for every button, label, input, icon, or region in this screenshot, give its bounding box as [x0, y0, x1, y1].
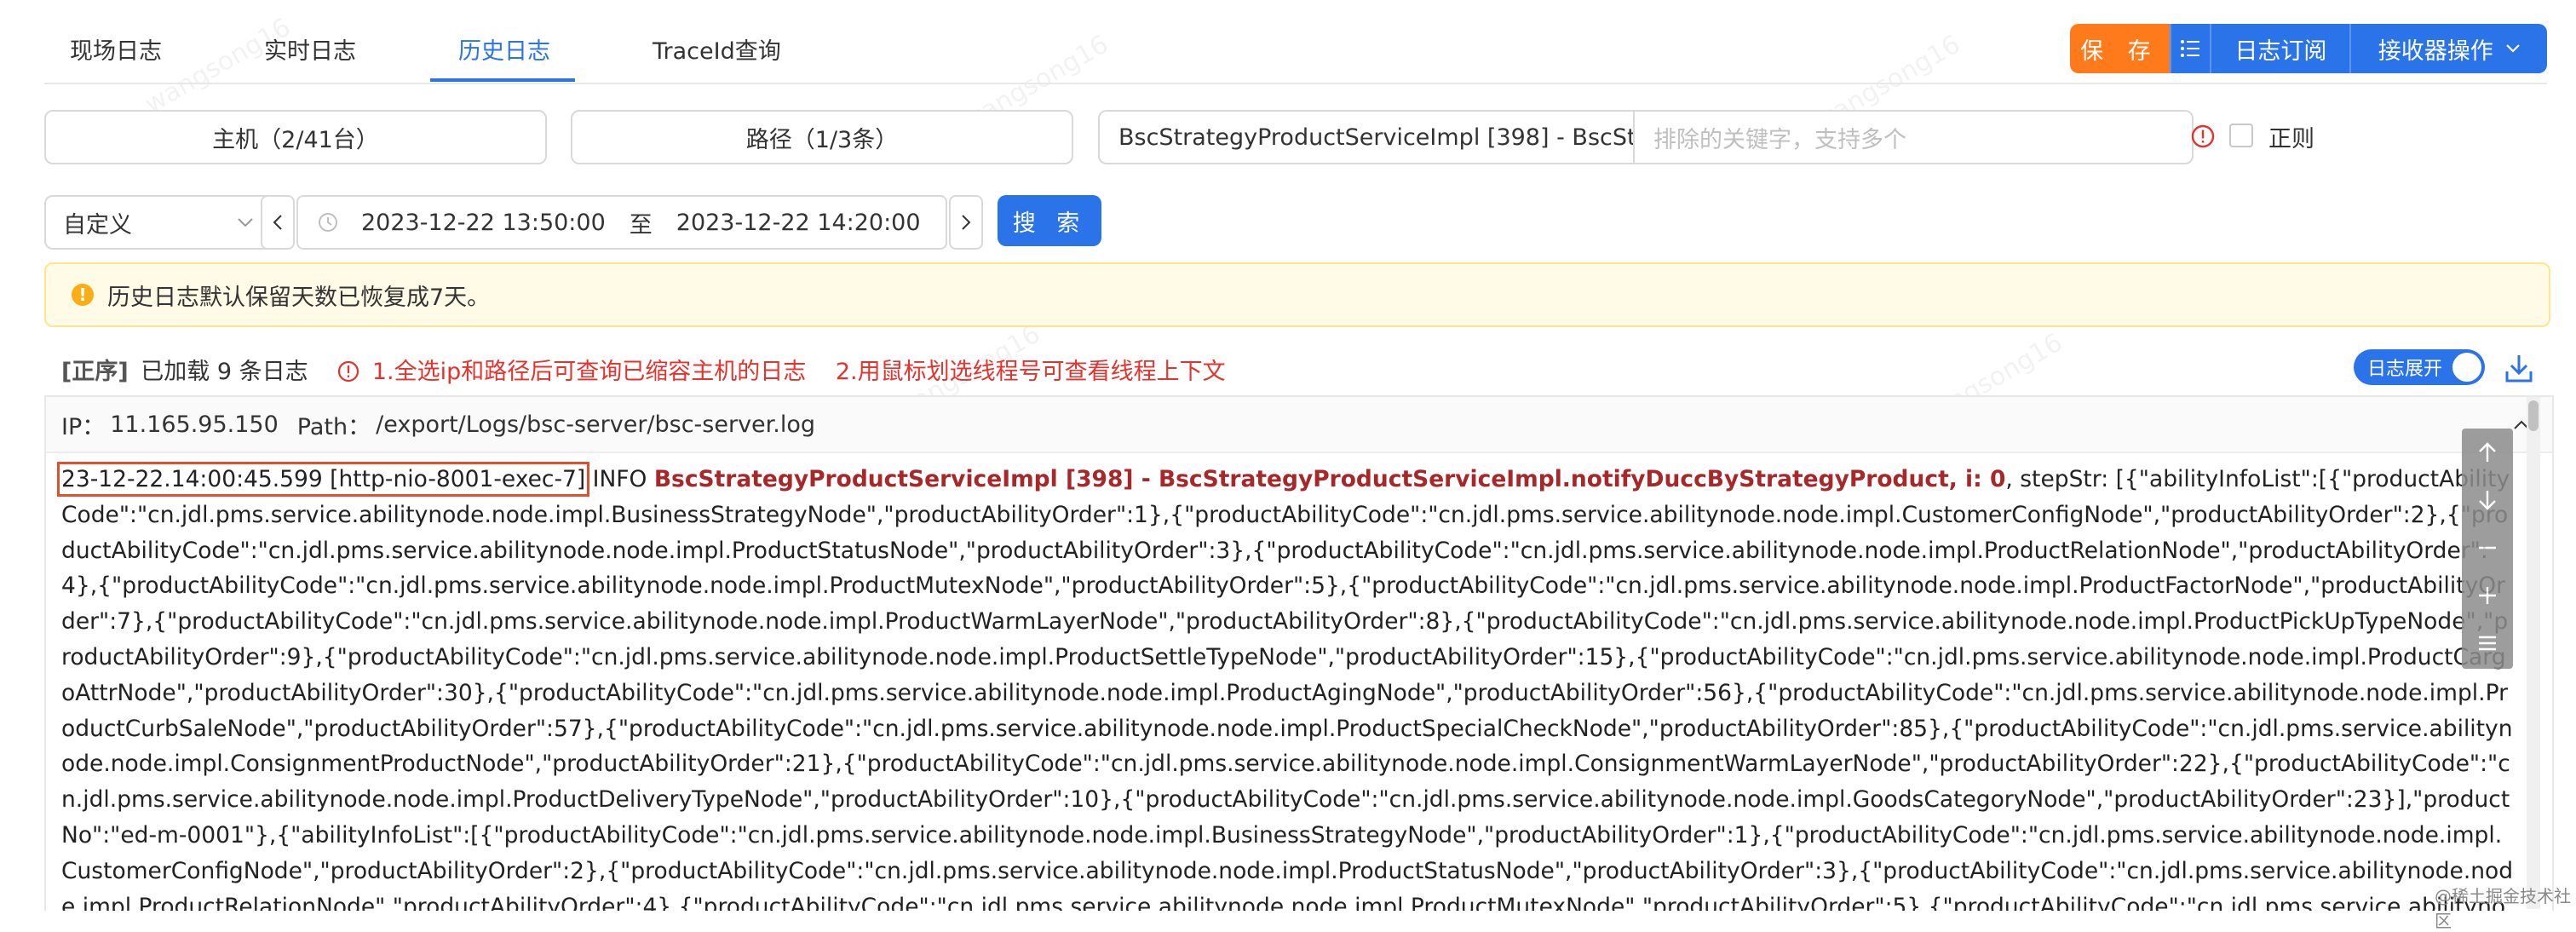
- time-mode-select[interactable]: 自定义: [44, 195, 274, 250]
- exclude-keyword-input[interactable]: 排除的关键字，支持多个: [1633, 110, 2194, 164]
- log-highlight-keyword: BscStrategyProductServiceImpl [398] - Bs…: [653, 466, 2006, 492]
- tab-onsite-log[interactable]: 现场日志: [70, 32, 162, 66]
- regex-label: 正则: [2268, 126, 2314, 152]
- time-prev-button[interactable]: [261, 195, 295, 250]
- time-next-button[interactable]: [949, 195, 983, 250]
- plus-icon: [2479, 587, 2496, 604]
- active-tab-indicator: [430, 78, 575, 82]
- chevron-left-icon: [273, 215, 282, 230]
- search-button[interactable]: 搜 索: [998, 195, 1101, 246]
- time-separator: 至: [629, 211, 653, 239]
- toolbar-button-group: 保 存 日志订阅 接收器操作: [2070, 24, 2547, 73]
- log-status-line: [正序] 已加载 9 条日志 1.全选ip和路径后可查询已缩容主机的日志 2.用…: [61, 353, 1226, 386]
- arrow-up-icon: [2479, 442, 2496, 462]
- tab-history-log[interactable]: 历史日志: [458, 32, 550, 66]
- log-expand-toggle[interactable]: 日志展开: [2354, 349, 2485, 385]
- hint-text-2: 2.用鼠标划选线程号可查看线程上下文: [835, 359, 1226, 385]
- path-value: /export/Logs/bsc-server/bsc-server.log: [376, 411, 816, 438]
- receiver-ops-label: 接收器操作: [2378, 37, 2493, 65]
- notice-text: 历史日志默认保留天数已恢复成7天。: [107, 284, 491, 311]
- log-timestamp-thread[interactable]: 23-12-22.14:00:45.599 [http-nio-8001-exe…: [56, 462, 590, 497]
- chevron-right-icon: [962, 215, 971, 230]
- tab-realtime-log[interactable]: 实时日志: [264, 32, 356, 66]
- arrow-down-icon: [2479, 491, 2496, 510]
- log-body: , stepStr: [{"abilityInfoList":[{"produc…: [61, 466, 2514, 911]
- scroll-bottom-button[interactable]: [2462, 476, 2513, 524]
- ip-label: IP：: [61, 413, 106, 440]
- time-start: 2023-12-22 13:50:00: [361, 209, 606, 236]
- minus-icon: [2479, 546, 2496, 549]
- sort-order-label[interactable]: [正序]: [61, 359, 129, 385]
- log-side-tools: [2462, 429, 2513, 669]
- time-end: 2023-12-22 14:20:00: [676, 209, 921, 236]
- wrap-lines-button[interactable]: [2462, 619, 2513, 667]
- source-watermark: @稀土掘金技术社区: [2435, 886, 2571, 931]
- log-source-header: IP： 11.165.95.150 Path： /export/Logs/bsc…: [46, 397, 2552, 453]
- host-selector[interactable]: 主机（2/41台）: [44, 110, 547, 164]
- time-mode-value: 自定义: [63, 211, 132, 239]
- receiver-ops-dropdown[interactable]: 接收器操作: [2349, 24, 2547, 73]
- log-panel: IP： 11.165.95.150 Path： /export/Logs/bsc…: [44, 395, 2554, 911]
- keyword-input[interactable]: BscStrategyProductServiceImpl [398] - Bs…: [1098, 110, 1657, 164]
- chevron-down-icon: [2505, 44, 2520, 53]
- loaded-count: 已加载 9 条日志: [141, 359, 308, 385]
- path-selector[interactable]: 路径（1/3条）: [571, 110, 1073, 164]
- list-icon-button[interactable]: [2169, 24, 2211, 73]
- zoom-out-button[interactable]: [2462, 524, 2513, 572]
- tabs-divider: [44, 83, 2547, 84]
- save-button[interactable]: 保 存: [2070, 24, 2170, 73]
- alert-circle-icon[interactable]: [2191, 124, 2215, 148]
- warning-icon: !: [72, 284, 94, 306]
- zoom-in-button[interactable]: [2462, 572, 2513, 619]
- notice-banner: ! 历史日志默认保留天数已恢复成7天。: [44, 262, 2550, 327]
- time-range-picker[interactable]: 2023-12-22 13:50:00 至 2023-12-22 14:20:0…: [296, 195, 947, 250]
- log-subscribe-button[interactable]: 日志订阅: [2210, 24, 2350, 73]
- chevron-down-icon: [238, 218, 253, 227]
- info-circle-icon: [338, 360, 359, 383]
- log-entry[interactable]: 23-12-22.14:00:45.599 [http-nio-8001-exe…: [56, 462, 2515, 911]
- ip-value: 11.165.95.150: [110, 411, 279, 438]
- log-scrollbar-track[interactable]: [2527, 397, 2540, 909]
- download-icon[interactable]: [2504, 353, 2533, 383]
- tab-traceid-query[interactable]: TraceId查询: [653, 32, 781, 66]
- toggle-label: 日志展开: [2367, 359, 2443, 380]
- log-scrollbar-thumb[interactable]: [2528, 400, 2539, 431]
- hint-text-1: 1.全选ip和路径后可查询已缩容主机的日志: [371, 359, 807, 385]
- toggle-knob: [2452, 353, 2481, 382]
- regex-checkbox[interactable]: [2229, 124, 2253, 147]
- scroll-top-button[interactable]: [2462, 429, 2513, 476]
- watermark: wangsong16: [140, 12, 296, 120]
- list-icon: [2181, 40, 2200, 57]
- clock-icon: [319, 213, 337, 232]
- log-level: INFO: [592, 466, 647, 492]
- lines-icon: [2479, 636, 2496, 651]
- path-label: Path：: [296, 413, 371, 440]
